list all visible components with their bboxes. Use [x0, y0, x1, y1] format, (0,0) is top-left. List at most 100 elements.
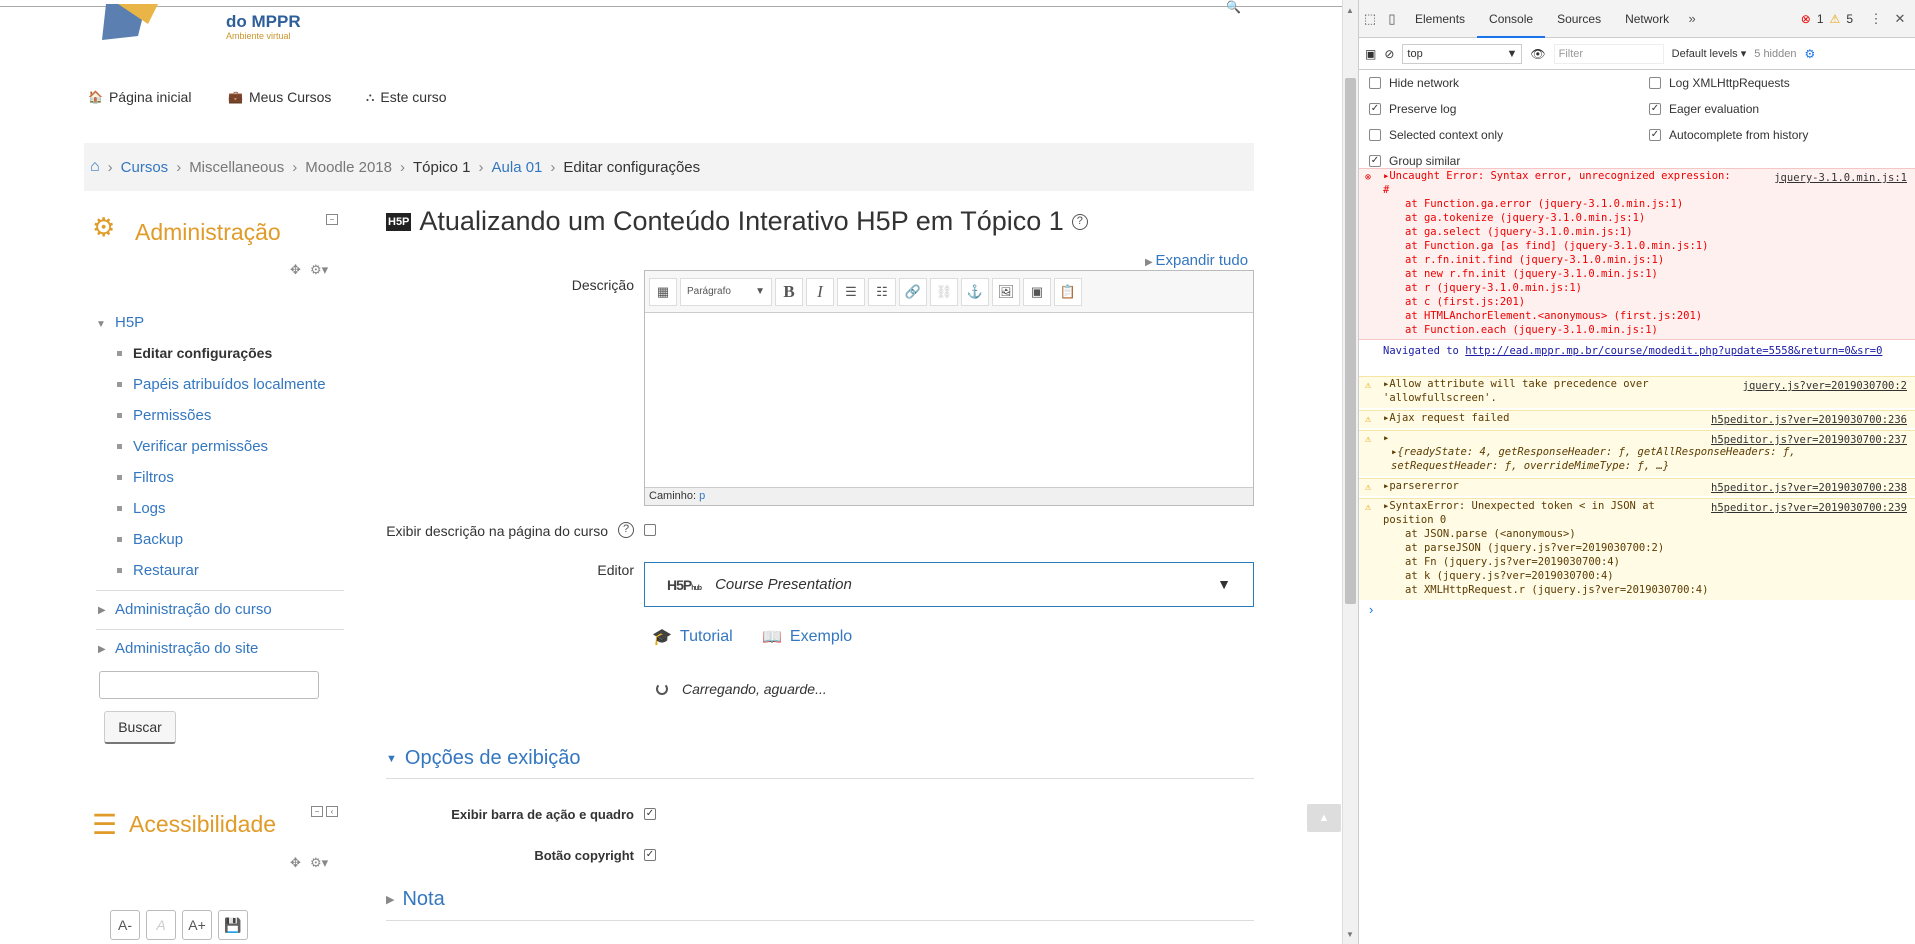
log-levels-select[interactable]: Default levels ▾ [1672, 47, 1747, 60]
warning-source-link[interactable]: h5peditor.js?ver=2019030700:237 [1711, 433, 1907, 447]
paragraph-select[interactable]: Parágrafo ▼ [680, 277, 772, 306]
tree-site-admin[interactable]: Administração do site [115, 640, 258, 657]
option-group-similar[interactable]: ✓ Group similar [1369, 154, 1460, 168]
breadcrumb-cursos[interactable]: Cursos [121, 159, 169, 176]
nav-this-course[interactable]: ⛬ Este curso [366, 89, 447, 105]
tree-item-restore[interactable]: Restaurar [117, 562, 199, 579]
console-warning-1[interactable]: ⚠ ▸Allow attribute will take precedence … [1359, 376, 1915, 408]
warning-object[interactable]: {readyState: 4, getResponseHeader: ƒ, ge… [1391, 446, 1796, 472]
context-select[interactable]: top ▼ [1402, 43, 1523, 64]
bullet-list-icon[interactable]: ☰ [837, 277, 865, 306]
tree-item-permissions[interactable]: Permissões [117, 407, 211, 424]
tab-network[interactable]: Network [1613, 0, 1681, 38]
console-warning-5[interactable]: ⚠ ▸SyntaxError: Unexpected token < in JS… [1359, 498, 1915, 600]
checkbox[interactable] [1649, 77, 1661, 89]
console-filter-input[interactable]: Filter [1553, 43, 1664, 64]
tree-item-check-permissions[interactable]: Verificar permissões [117, 438, 268, 455]
link-icon[interactable]: 🔗 [899, 277, 927, 306]
issue-counts[interactable]: ⊗ 1 ⚠ 5 [1801, 12, 1853, 26]
navigated-url[interactable]: http://ead.mppr.mp.br/course/modedit.php… [1465, 345, 1882, 357]
tree-course-admin[interactable]: Administração do curso [115, 601, 272, 618]
show-description-checkbox[interactable] [644, 524, 656, 536]
example-link[interactable]: 📖 Exemplo [762, 627, 852, 647]
warning-source-link[interactable]: h5peditor.js?ver=2019030700:236 [1711, 413, 1907, 427]
checkbox[interactable]: ✓ [1369, 155, 1381, 167]
chevron-down-icon[interactable]: ▼ [1217, 576, 1231, 592]
display-options-section[interactable]: ▼ Opções de exibição [386, 747, 581, 770]
console-warning-2[interactable]: ⚠ ▸Ajax request failed h5peditor.js?ver=… [1359, 410, 1915, 428]
tree-item-filters[interactable]: Filtros [117, 469, 174, 486]
tab-sources[interactable]: Sources [1545, 0, 1613, 38]
checkbox[interactable] [1369, 129, 1381, 141]
tree-h5p[interactable]: H5P [115, 314, 144, 331]
inspect-element-icon[interactable]: ⬚ [1359, 0, 1381, 38]
expand-all-link[interactable]: ▶ Expandir tudo [1145, 252, 1248, 269]
close-icon[interactable]: ✕ [1889, 0, 1911, 38]
breadcrumb-aula[interactable]: Aula 01 [492, 159, 543, 176]
option-autocomplete[interactable]: ✓ Autocomplete from history [1649, 128, 1808, 142]
search-icon[interactable]: 🔍 [1226, 0, 1241, 14]
collapse-block-icon[interactable]: − [311, 806, 323, 817]
breadcrumb-miscellaneous[interactable]: Miscellaneous [189, 159, 284, 176]
device-toolbar-icon[interactable]: ▯ [1381, 0, 1403, 38]
move-icon[interactable]: ✥ [290, 855, 301, 871]
unlink-icon[interactable]: ⛓ [930, 277, 958, 306]
tree-item-backup[interactable]: Backup [117, 531, 183, 548]
action-bar-checkbox[interactable]: ✓ [644, 808, 656, 820]
dock-block-icon[interactable]: ‹ [326, 806, 338, 817]
note-section[interactable]: ▶ Nota [386, 888, 445, 911]
eye-icon[interactable]: 👁 [1530, 47, 1545, 61]
warning-source-link[interactable]: jquery.js?ver=2019030700:2 [1743, 379, 1907, 393]
scroll-top-button[interactable]: ▲ [1307, 804, 1341, 832]
scroll-up-arrow-icon[interactable]: ▲ [1346, 6, 1354, 15]
warning-source-link[interactable]: h5peditor.js?ver=2019030700:239 [1711, 501, 1907, 515]
scroll-down-arrow-icon[interactable]: ▼ [1346, 930, 1354, 939]
collapse-block-icon[interactable]: − [326, 214, 338, 225]
numbered-list-icon[interactable]: ☷ [868, 277, 896, 306]
scrollbar-thumb[interactable] [1345, 78, 1356, 604]
h5p-content-type-selector[interactable]: H5Phub Course Presentation ▼ [644, 562, 1254, 607]
copyright-checkbox[interactable]: ✓ [644, 849, 656, 861]
option-log-xhr[interactable]: Log XMLHttpRequests [1649, 76, 1790, 90]
help-icon[interactable]: ? [1071, 213, 1088, 230]
site-logo[interactable] [98, 0, 158, 44]
checkbox[interactable]: ✓ [1649, 129, 1661, 141]
toolbar-toggle-icon[interactable]: ▦ [649, 277, 677, 306]
save-settings-icon[interactable]: 💾 [218, 910, 248, 940]
tab-elements[interactable]: Elements [1403, 0, 1477, 38]
help-icon[interactable]: ? [618, 522, 634, 538]
more-tabs-icon[interactable]: » [1681, 0, 1703, 38]
font-reset-button[interactable]: A [146, 910, 176, 940]
tree-item-roles[interactable]: Papéis atribuídos localmente [117, 376, 326, 393]
italic-icon[interactable]: I [806, 277, 834, 306]
console-warning-3[interactable]: ⚠ ▸ h5peditor.js?ver=2019030700:237 ▸{re… [1359, 430, 1915, 476]
error-source-link[interactable]: jquery-3.1.0.min.js:1 [1774, 171, 1907, 185]
checkbox[interactable] [1369, 77, 1381, 89]
font-increase-button[interactable]: A+ [182, 910, 212, 940]
console-error-message[interactable]: ⊗ ▸Uncaught Error: Syntax error, unrecog… [1359, 168, 1915, 340]
option-selected-context[interactable]: Selected context only [1369, 128, 1503, 142]
page-scrollbar[interactable]: ▲ ▼ [1342, 0, 1358, 944]
nav-my-courses[interactable]: 💼 Meus Cursos [228, 89, 331, 105]
nav-home[interactable]: 🏠 Página inicial [88, 89, 191, 105]
checkbox[interactable]: ✓ [1649, 103, 1661, 115]
breadcrumb-home-icon[interactable]: ⌂ [90, 158, 100, 176]
warning-source-link[interactable]: h5peditor.js?ver=2019030700:238 [1711, 481, 1907, 495]
media-icon[interactable]: ▣ [1023, 277, 1051, 306]
sidebar-toggle-icon[interactable]: ▣ [1365, 47, 1376, 61]
settings-gear-icon[interactable]: ⚙ [1804, 47, 1815, 61]
breadcrumb-topico[interactable]: Tópico 1 [413, 159, 471, 176]
console-warning-4[interactable]: ⚠ ▸parsererror h5peditor.js?ver=20190307… [1359, 478, 1915, 496]
tree-item-logs[interactable]: Logs [117, 500, 166, 517]
gear-menu-icon[interactable]: ⚙▾ [310, 262, 328, 278]
rich-text-editor[interactable]: ▦ Parágrafo ▼ B I ☰ ☷ 🔗 ⛓ ⚓ 🖼 ▣ 📋 Caminho… [644, 270, 1254, 506]
console-prompt[interactable]: › [1369, 602, 1373, 617]
clear-console-icon[interactable]: ⊘ [1384, 47, 1394, 61]
option-eager-eval[interactable]: ✓ Eager evaluation [1649, 102, 1759, 116]
option-preserve-log[interactable]: ✓ Preserve log [1369, 102, 1456, 116]
bold-icon[interactable]: B [775, 277, 803, 306]
search-button[interactable]: Buscar [104, 711, 176, 744]
checkbox[interactable]: ✓ [1369, 103, 1381, 115]
gear-menu-icon[interactable]: ⚙▾ [310, 855, 328, 871]
move-icon[interactable]: ✥ [290, 262, 301, 278]
